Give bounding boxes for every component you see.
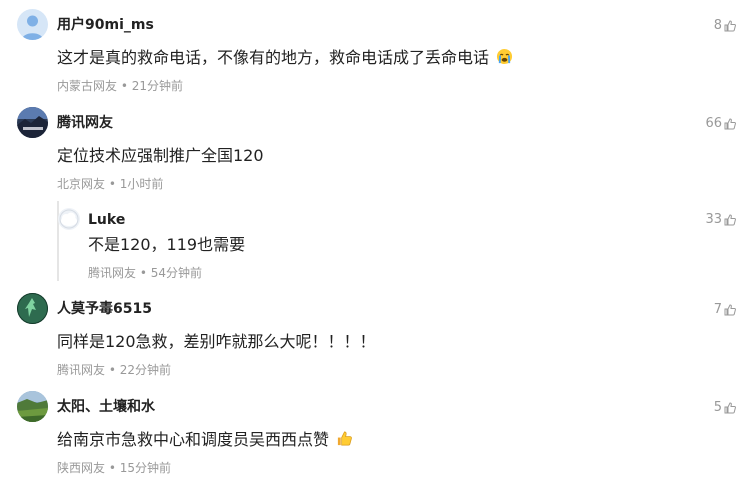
like-button[interactable]: 66 bbox=[705, 115, 736, 133]
comment-meta: 腾讯网友 • 22分钟前 bbox=[57, 363, 171, 377]
avatar[interactable] bbox=[17, 107, 48, 138]
comment-meta: 陕西网友 • 15分钟前 bbox=[57, 461, 171, 475]
like-count: 33 bbox=[705, 212, 722, 227]
avatar[interactable] bbox=[58, 208, 80, 230]
like-button[interactable]: 7 bbox=[714, 301, 736, 319]
username[interactable]: 用户90mi_ms bbox=[57, 15, 154, 35]
comment-meta: 腾讯网友 • 54分钟前 bbox=[88, 266, 202, 280]
like-count: 7 bbox=[713, 302, 722, 317]
comment-text: 这才是真的救命电话，不像有的地方，救命电话成了丢命电话 bbox=[57, 46, 513, 70]
comment-text: 定位技术应强制推广全国120 bbox=[57, 146, 264, 165]
comment-meta: 内蒙古网友 • 21分钟前 bbox=[57, 79, 183, 93]
avatar[interactable] bbox=[17, 293, 48, 324]
thumbs-up-icon bbox=[724, 214, 736, 226]
like-button[interactable]: 5 bbox=[714, 399, 736, 417]
comment-text: 同样是120急救，差别咋就那么大呢！！！！ bbox=[57, 332, 376, 351]
avatar[interactable] bbox=[17, 9, 48, 40]
thumbs-up-icon bbox=[724, 118, 736, 130]
thumbs-up-icon bbox=[724, 304, 736, 316]
thumbs-up-icon bbox=[724, 20, 736, 32]
username[interactable]: 人莫予毒6515 bbox=[57, 299, 152, 319]
thumbs-up-icon bbox=[724, 402, 736, 414]
comment-text: 不是120，119也需要 bbox=[88, 235, 246, 254]
username[interactable]: Luke bbox=[88, 210, 125, 230]
username[interactable]: 太阳、土壤和水 bbox=[57, 397, 155, 417]
crying-face-icon bbox=[497, 48, 513, 65]
like-count: 5 bbox=[713, 400, 722, 415]
comment-meta: 北京网友 • 1小时前 bbox=[57, 177, 164, 191]
like-button[interactable]: 33 bbox=[705, 211, 736, 229]
like-button[interactable]: 8 bbox=[714, 17, 736, 35]
username[interactable]: 腾讯网友 bbox=[57, 113, 113, 133]
like-count: 8 bbox=[713, 18, 722, 33]
thumbs-up-icon bbox=[337, 431, 352, 446]
comment-text: 给南京市急救中心和调度员吴西西点赞 bbox=[57, 428, 353, 452]
comment-list: 用户90mi_ms 8 这才是真的救命电话，不像有的地方，救命电话成了丢命电话 … bbox=[0, 0, 746, 478]
avatar[interactable] bbox=[17, 391, 48, 422]
like-count: 66 bbox=[705, 116, 722, 131]
